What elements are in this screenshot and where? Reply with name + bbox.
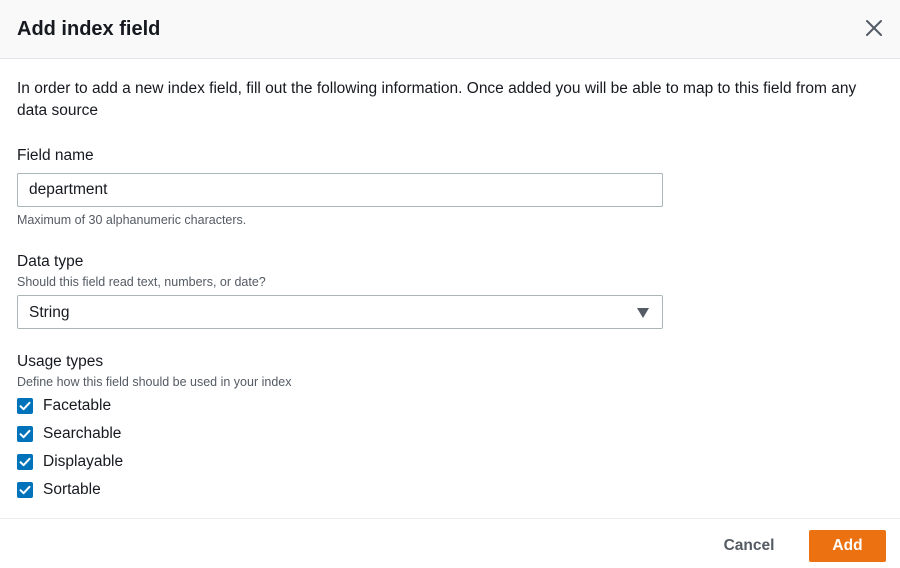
add-button[interactable]: Add — [809, 530, 886, 562]
data-type-label: Data type — [17, 253, 84, 270]
field-name-input[interactable] — [17, 173, 663, 207]
checkbox-label: Displayable — [43, 453, 124, 470]
usage-types-label: Usage types — [17, 353, 104, 370]
field-name-label: Field name — [17, 147, 94, 164]
data-type-description: Should this field read text, numbers, or… — [17, 275, 266, 289]
modal-header: Add index field — [0, 0, 900, 59]
checkmark-icon — [19, 457, 31, 467]
caret-down-icon — [637, 308, 649, 318]
checkbox-box[interactable] — [17, 482, 33, 498]
checkmark-icon — [19, 429, 31, 439]
checkbox-label: Facetable — [43, 397, 112, 414]
add-index-field-modal: Add index field In order to add a new in… — [0, 0, 900, 568]
checkbox-box[interactable] — [17, 426, 33, 442]
modal-footer: Cancel Add — [0, 518, 900, 568]
checkbox-label: Sortable — [43, 481, 101, 498]
modal-title: Add index field — [17, 18, 161, 40]
data-type-select[interactable]: String — [17, 295, 663, 329]
data-type-selected-value: String — [29, 304, 70, 321]
intro-text: In order to add a new index field, fill … — [17, 80, 857, 119]
checkmark-icon — [19, 401, 31, 411]
checkbox-box[interactable] — [17, 454, 33, 470]
usage-types-description: Define how this field should be used in … — [17, 375, 292, 389]
checkbox-box[interactable] — [17, 398, 33, 414]
close-icon — [866, 20, 882, 36]
cancel-button[interactable]: Cancel — [716, 530, 782, 562]
checkmark-icon — [19, 485, 31, 495]
field-name-hint: Maximum of 30 alphanumeric characters. — [17, 213, 247, 227]
close-button[interactable] — [862, 16, 886, 40]
checkbox-label: Searchable — [43, 425, 122, 442]
